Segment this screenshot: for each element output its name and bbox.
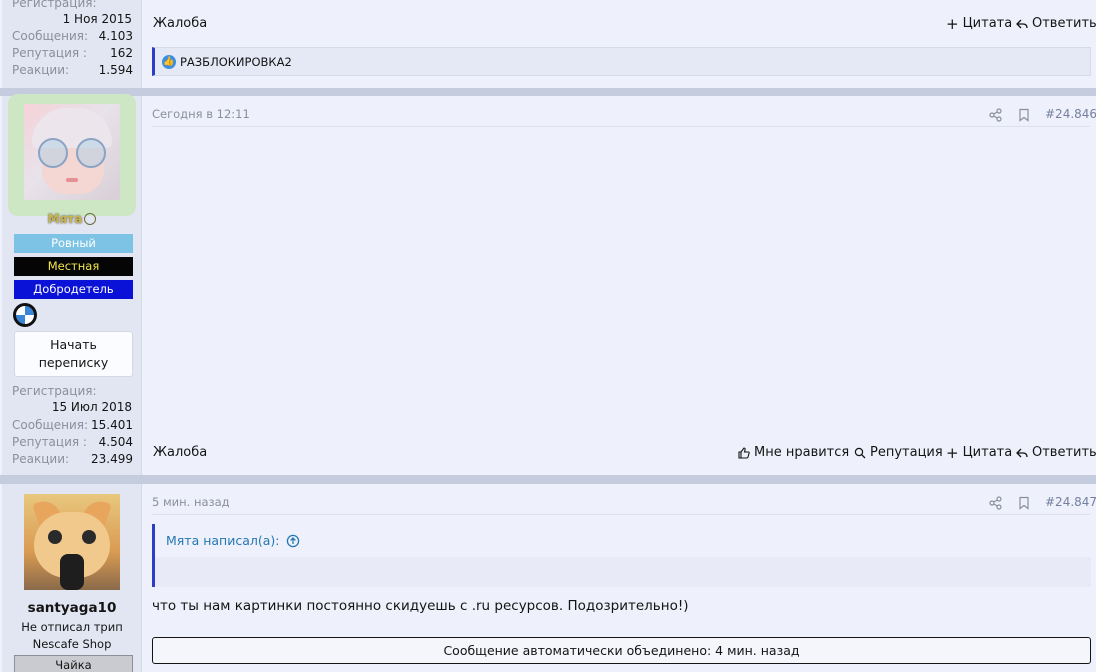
avatar[interactable]	[24, 494, 120, 590]
user-badge-dobrodetel: Добродетель	[14, 280, 133, 299]
user-badge-chaika: Чайка	[14, 655, 133, 672]
avatar[interactable]	[8, 94, 136, 216]
like-button[interactable]: Мне нравится	[738, 445, 849, 460]
like-reaction-icon: 👍	[162, 55, 176, 69]
report-link[interactable]: Жалоба	[153, 445, 207, 460]
reply-button[interactable]: Ответить	[1016, 16, 1096, 31]
quote-button[interactable]: + Цитата	[946, 16, 1012, 31]
post-number-link[interactable]: #24.847	[1045, 495, 1096, 509]
reputation-button[interactable]: Репутация	[854, 445, 943, 460]
post-3-content: 5 мин. назад #24.847 Мята написал(а): чт…	[142, 484, 1096, 672]
thumbs-up-icon	[738, 446, 750, 459]
bookmark-icon[interactable]	[1017, 496, 1031, 510]
bookmark-icon[interactable]	[1017, 108, 1031, 122]
post-1-content: Жалоба + Цитата Ответить 👍 РАЗБЛОКИРОВКА2	[142, 0, 1096, 88]
registration-date: 15 Июл 2018	[51, 400, 132, 414]
post-2-content: Сегодня в 12:11 #24.846 Жалоба Мне нрави…	[142, 96, 1096, 475]
registration-label: Регистрация:	[12, 384, 97, 398]
reply-icon	[1016, 19, 1028, 28]
user-badge-mestnaya: Местная	[14, 257, 133, 276]
merged-notice: Сообщение автоматически объединено: 4 ми…	[152, 637, 1091, 664]
start-conversation-button[interactable]: Начать переписку	[14, 331, 133, 377]
reactions-bar[interactable]: 👍 РАЗБЛОКИРОВКА2	[152, 47, 1091, 76]
registration-date: 1 Ноя 2015	[62, 12, 132, 26]
share-icon[interactable]	[989, 108, 1003, 122]
post-header-divider	[152, 126, 1090, 127]
username[interactable]: Мята	[2, 212, 142, 226]
stat-messages: Сообщения: 4.103	[12, 29, 133, 43]
post-3-user-panel: santyaga10 Не отписал трип Nescafe Shop …	[2, 484, 142, 672]
quote-block: Мята написал(а):	[152, 524, 1091, 587]
report-link[interactable]: Жалоба	[153, 16, 207, 31]
stat-reputation: Репутация :162	[12, 46, 133, 60]
stat-reactions: Реакции: 23.499	[12, 452, 133, 466]
share-icon[interactable]	[989, 496, 1003, 510]
bmw-logo-icon	[13, 303, 37, 327]
post-1: Регистрация: 1 Ноя 2015 Сообщения: 4.103 …	[0, 0, 1096, 88]
quote-header[interactable]: Мята написал(а):	[155, 524, 1091, 557]
post-2: Мята Ровный Местная Добродетель Начать п…	[0, 94, 1096, 475]
post-1-user-panel: Регистрация: 1 Ноя 2015 Сообщения: 4.103 …	[2, 0, 142, 88]
username[interactable]: santyaga10	[2, 600, 142, 616]
stat-messages: Сообщения: 15.401	[12, 418, 133, 432]
reply-button[interactable]: Ответить	[1016, 445, 1096, 460]
search-icon	[854, 447, 866, 458]
post-number-link[interactable]: #24.846	[1045, 107, 1096, 121]
quote-button[interactable]: + Цитата	[946, 445, 1012, 460]
post-header-divider	[152, 514, 1090, 515]
post-message: что ты нам картинки постоянно скидуешь с…	[152, 598, 689, 614]
user-title: Не отписал трип	[21, 620, 123, 634]
user-shop: Nescafe Shop	[32, 637, 112, 651]
plus-icon: +	[946, 443, 959, 462]
plus-icon: +	[946, 14, 959, 33]
registration-label: Регистрация:	[12, 0, 97, 10]
stat-reactions: Реакции: 1.594	[12, 63, 133, 77]
reply-icon	[1016, 448, 1028, 457]
post-time[interactable]: 5 мин. назад	[152, 495, 230, 509]
arrow-up-circle-icon[interactable]	[286, 534, 300, 548]
quote-author: Мята написал(а):	[166, 533, 280, 548]
reaction-users[interactable]: РАЗБЛОКИРОВКА2	[180, 55, 292, 69]
clock-icon	[84, 213, 97, 225]
user-badge-rovny: Ровный	[14, 234, 133, 253]
stat-reputation: Репутация :4.504	[12, 435, 133, 449]
post-3: santyaga10 Не отписал трип Nescafe Shop …	[0, 484, 1096, 672]
post-2-user-panel: Мята Ровный Местная Добродетель Начать п…	[2, 94, 142, 475]
post-time[interactable]: Сегодня в 12:11	[152, 107, 250, 121]
